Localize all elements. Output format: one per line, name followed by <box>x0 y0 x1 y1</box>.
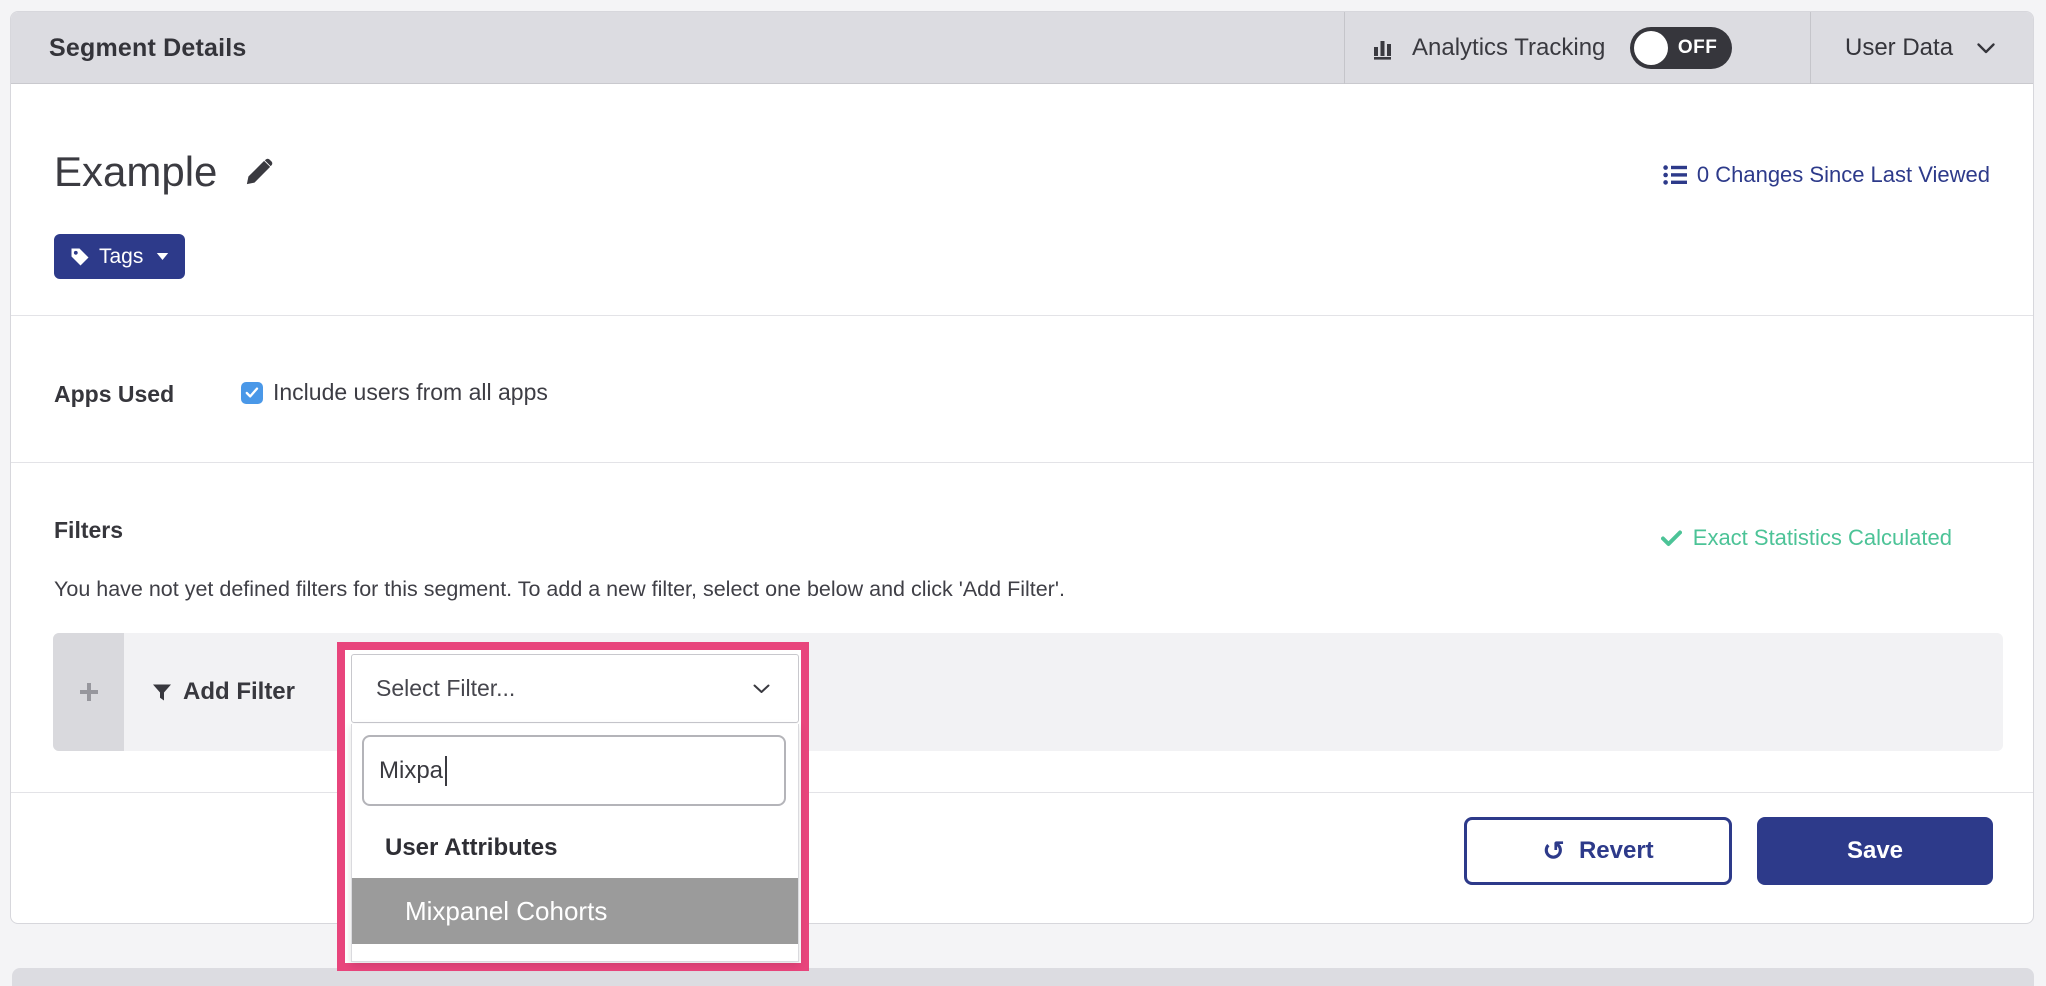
caret-down-icon <box>156 252 169 261</box>
page-title: Segment Details <box>49 12 247 84</box>
pencil-icon <box>243 157 274 188</box>
funnel-icon <box>152 683 172 702</box>
dropdown-group-label: User Attributes <box>385 834 557 862</box>
check-icon <box>1661 530 1682 547</box>
chevron-down-icon <box>753 684 770 694</box>
analytics-tracking-group: Analytics Tracking OFF <box>1372 12 1732 84</box>
undo-icon: ↺ <box>1542 838 1565 865</box>
bar-chart-icon <box>1372 35 1399 61</box>
segment-name: Example <box>54 148 217 196</box>
segment-name-row: Example <box>54 148 274 196</box>
text-cursor <box>445 756 447 786</box>
revert-button[interactable]: ↺ Revert <box>1464 817 1732 885</box>
tags-button-label: Tags <box>99 245 143 269</box>
dropdown-option-label: Mixpanel Cohorts <box>405 896 607 927</box>
exact-statistics-label: Exact Statistics Calculated <box>1693 525 1952 551</box>
toggle-knob <box>1634 31 1668 65</box>
filter-select-value: Select Filter... <box>376 675 515 702</box>
analytics-tracking-label: Analytics Tracking <box>1412 34 1605 62</box>
filter-search-input[interactable]: Mixpa <box>362 735 786 806</box>
filters-heading: Filters <box>54 517 123 544</box>
plus-icon <box>79 682 99 702</box>
edit-name-button[interactable] <box>243 157 274 188</box>
analytics-tracking-toggle[interactable]: OFF <box>1630 27 1732 69</box>
user-data-dropdown[interactable]: User Data <box>1845 12 1995 84</box>
tag-icon <box>70 247 90 267</box>
header-divider-left <box>1344 12 1345 84</box>
changes-link-label: 0 Changes Since Last Viewed <box>1697 162 1990 188</box>
changes-list-icon <box>1663 164 1687 186</box>
section-divider <box>11 315 2033 316</box>
filter-search-value: Mixpa <box>379 757 443 785</box>
apps-used-label: Apps Used <box>54 381 174 408</box>
tags-button[interactable]: Tags <box>54 234 185 279</box>
exact-statistics-status: Exact Statistics Calculated <box>1661 525 1952 551</box>
add-filter-plus-button[interactable] <box>53 633 124 751</box>
save-button-label: Save <box>1847 837 1903 865</box>
toggle-state-label: OFF <box>1678 27 1718 69</box>
save-button[interactable]: Save <box>1757 817 1993 885</box>
dropdown-option-mixpanel-cohorts[interactable]: Mixpanel Cohorts <box>352 878 798 944</box>
segment-details-card <box>10 11 2034 924</box>
user-data-label: User Data <box>1845 34 1953 62</box>
apps-used-checkbox-row: Include users from all apps <box>241 379 548 406</box>
next-card-top-edge <box>12 968 2034 986</box>
filters-description: You have not yet defined filters for thi… <box>54 577 1065 602</box>
section-divider <box>11 462 2033 463</box>
filter-select[interactable]: Select Filter... <box>351 654 799 723</box>
chevron-down-icon <box>1977 43 1995 54</box>
revert-button-label: Revert <box>1579 837 1654 865</box>
section-divider <box>11 792 2033 793</box>
header-divider-right <box>1810 12 1811 84</box>
include-all-apps-label: Include users from all apps <box>273 379 548 406</box>
include-all-apps-checkbox[interactable] <box>241 382 263 404</box>
checkbox-check-icon <box>245 387 259 399</box>
add-filter-button-label: Add Filter <box>183 678 295 706</box>
add-filter-button[interactable]: Add Filter <box>152 633 295 751</box>
changes-since-viewed-link[interactable]: 0 Changes Since Last Viewed <box>1663 162 1990 188</box>
